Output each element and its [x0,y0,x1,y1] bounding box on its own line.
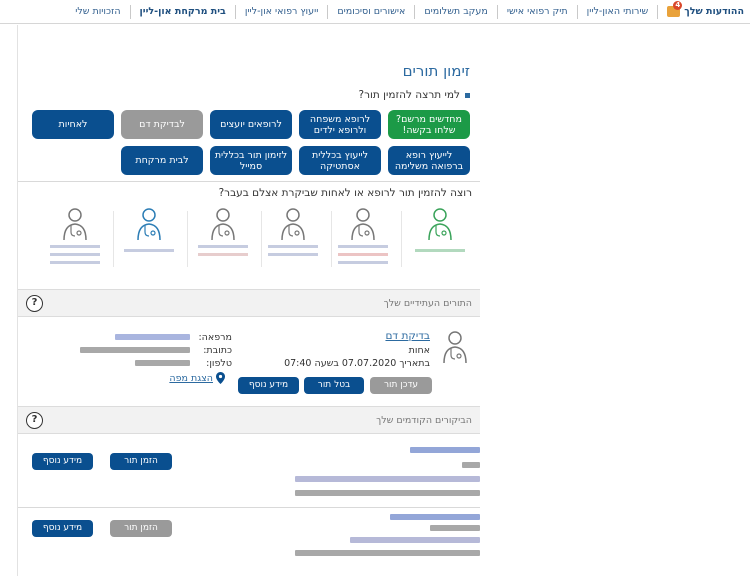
separator [113,211,114,267]
separator [187,211,188,267]
visit-detail-redacted [350,537,480,543]
main-content: זימון תורים למי תרצה להזמין תור? מחדשים … [18,25,480,576]
visit-detail-redacted [295,476,480,482]
caregiver-card[interactable] [258,205,328,275]
appointment-role: אחות [408,345,430,356]
more-info-button[interactable]: מידע נוסף [32,453,93,470]
nav-online-services[interactable]: שירותי האון-ליין [576,4,658,19]
clinic-name-redacted [115,334,190,340]
visit-date-redacted [295,490,480,496]
nav-rights[interactable]: הזכויות שלי [66,5,129,19]
caregiver-card[interactable] [405,205,475,275]
caregiver-name-redacted [268,253,318,256]
notification-count: 4 [673,1,683,10]
update-appointment-button[interactable]: עדכן תור [370,377,432,394]
separator [261,211,262,267]
section-divider [18,181,480,182]
map-link[interactable]: הצגת מפה [169,372,225,384]
tile-family-doctor[interactable]: לרופא משפחה ולרופא ילדים [299,110,381,139]
caregiver-name-redacted [338,253,388,256]
separator [331,211,332,267]
tile-smile[interactable]: לזימון תור בכללית סמייל [210,146,292,175]
past-visits-title: הביקורים הקודמים שלך [376,415,472,426]
tile-blood-test[interactable]: לבדיקת דם [121,110,203,139]
tile-consultants[interactable]: לרופאים יועצים [210,110,292,139]
visit-divider [18,507,480,508]
tile-nurses[interactable]: לאחיות [32,110,114,139]
map-pin-icon [216,372,225,384]
previous-caregivers [18,205,480,275]
caregiver-card[interactable] [114,205,184,275]
bullet-icon [465,92,470,98]
mail-icon: 4 [667,1,683,17]
caregiver-name-redacted [124,249,174,252]
nav-online-pharmacy[interactable]: בית מרקחת און-ליין [129,4,235,19]
doctor-icon [351,208,375,241]
doctor-icon [281,208,305,241]
doctor-icon [137,208,161,241]
caregiver-name-redacted [338,245,388,248]
doctor-icon [63,208,87,241]
caregiver-name-redacted [50,253,100,256]
appointment-datetime: בתאריך 07.07.2020 בשעה 07:40 [284,358,430,369]
caregiver-name-redacted [50,245,100,248]
top-navigation: ההודעות שלך 4 שירותי האון-ליין תיק רפואי… [0,0,750,24]
map-link-label: הצגת מפה [169,372,213,384]
caregiver-card[interactable] [188,205,258,275]
tile-aesthetics[interactable]: לייעוץ בכללית אסתטיקה [299,146,381,175]
phone-redacted [135,360,190,366]
caregiver-name-redacted [198,253,248,256]
tile-pharmacy[interactable]: לבית מרקחת [121,146,203,175]
separator [401,211,402,267]
caregiver-card[interactable] [328,205,398,275]
help-icon[interactable]: ? [26,412,43,429]
address-label: כתובת: [203,345,232,356]
visit-role-redacted [430,525,480,531]
book-appointment-button[interactable]: הזמן תור [110,453,172,470]
future-appointments-title: התורים העתידיים שלך [383,298,472,309]
doctor-icon [428,208,452,241]
caregiver-name-redacted [338,261,388,264]
doctor-icon [443,331,467,364]
visit-role-redacted [462,462,480,468]
who-question: למי תרצה להזמין תור? [359,89,470,101]
future-appointments-header: התורים העתידיים שלך ? [18,289,480,317]
nav-payments[interactable]: מעקב תשלומים [414,4,497,19]
caregiver-name-redacted [50,261,100,264]
visit-date-redacted [295,550,480,556]
tile-complementary-medicine[interactable]: לייעוץ רופא ברפואה משלימה [388,146,470,175]
future-appointment: בדיקת דם אחות בתאריך 07.07.2020 בשעה 07:… [18,324,480,402]
more-info-button[interactable]: מידע נוסף [32,520,93,537]
cancel-appointment-button[interactable]: בטל תור [304,377,364,394]
visit-title-redacted [410,447,480,453]
address-redacted [80,347,190,353]
past-visit: הזמן תור מידע נוסף [18,445,480,507]
caregiver-name-redacted [268,245,318,248]
past-visits-header: הביקורים הקודמים שלך ? [18,406,480,434]
help-icon[interactable]: ? [26,295,43,312]
book-appointment-button[interactable]: הזמן תור [110,520,172,537]
notifications-label: ההודעות שלך [684,5,744,17]
tile-prescription-renewal[interactable]: מחדשים מרשם? שלחו בקשה! [388,110,470,139]
past-question: רוצה להזמין תור לרופא או לאחות שביקרת אצ… [218,187,472,199]
past-visit: הזמן תור מידע נוסף [18,512,480,574]
visit-title-redacted [390,514,480,520]
nav-online-consult[interactable]: ייעוץ רפואי און-ליין [234,4,328,19]
page-title: זימון תורים [402,62,470,80]
notifications-menu[interactable]: ההודעות שלך 4 [657,1,746,19]
phone-label: טלפון: [206,358,232,369]
clinic-label: מרפאה: [198,332,232,343]
appointment-type-link[interactable]: בדיקת דם [385,330,430,342]
caregiver-name-redacted [198,245,248,248]
who-question-text: למי תרצה להזמין תור? [358,89,460,101]
caregiver-name-redacted [415,249,465,252]
nav-medical-record[interactable]: תיק רפואי אישי [496,4,577,19]
doctor-icon [211,208,235,241]
more-info-button[interactable]: מידע נוסף [238,377,299,394]
caregiver-card[interactable] [40,205,110,275]
nav-approvals[interactable]: אישורים וסיכומים [327,4,414,19]
